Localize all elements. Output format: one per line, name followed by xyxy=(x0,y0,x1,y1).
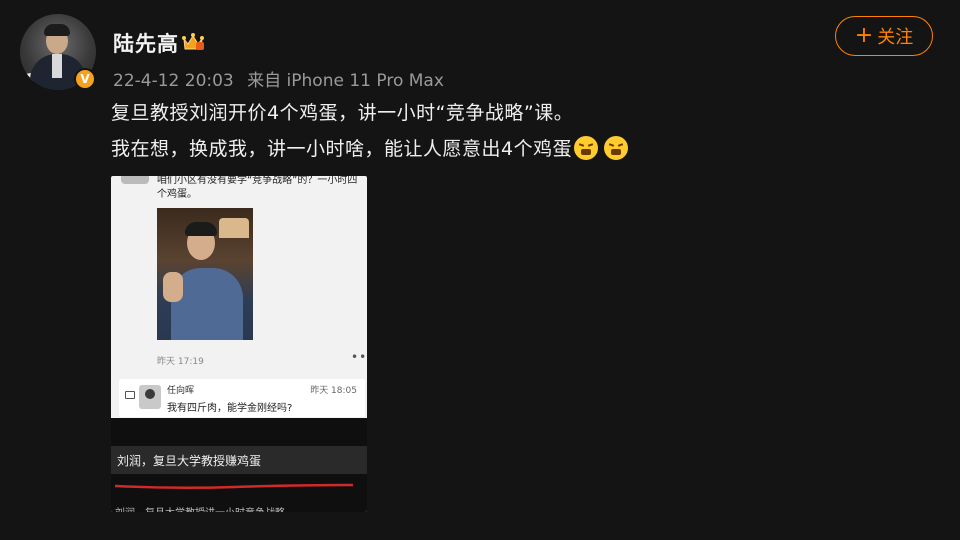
plus-icon: + xyxy=(854,23,874,48)
chat-photo xyxy=(157,208,253,340)
post-text-line-2: 我在想，换成我，讲一小时啥，能让人愿意出4个鸡蛋 xyxy=(111,134,629,161)
caption-bar: 刘润，复旦大学教授赚鸡蛋 xyxy=(111,446,367,474)
verified-badge-icon: V xyxy=(74,68,96,90)
post-source: 来自 iPhone 11 Pro Max xyxy=(247,71,444,91)
image-bottom-text: 刘润，复旦大学教授讲一小时竞争战略 xyxy=(115,504,365,512)
comment-icon xyxy=(125,391,135,399)
comment-text: 我有四斤肉，能学金刚经吗? xyxy=(167,403,293,414)
image-caption: 刘润，复旦大学教授赚鸡蛋 xyxy=(117,454,262,468)
comment-box: 任向晖 昨天 18:05 我有四斤肉，能学金刚经吗? xyxy=(119,379,365,417)
more-dots-icon: •• xyxy=(351,350,367,364)
chat-avatar-partial xyxy=(121,176,149,184)
crown-badge-icon[interactable] xyxy=(181,30,205,52)
follow-button[interactable]: + 关注 xyxy=(835,16,933,56)
comment-time: 昨天 18:05 xyxy=(310,386,357,396)
steaming-face-emoji-icon xyxy=(604,136,629,160)
post-meta: 22-4-12 20:03 来自 iPhone 11 Pro Max xyxy=(113,66,452,91)
chat-timestamp: 昨天 17:19 xyxy=(157,357,204,367)
post-date[interactable]: 22-4-12 20:03 xyxy=(113,71,234,91)
post-text-line-1: 复旦教授刘润开价4个鸡蛋，讲一小时“竞争战略”课。 xyxy=(111,102,574,124)
chat-message-text: 咱们小区有没有要学“竞争战略”的？一小时四个鸡蛋。 xyxy=(157,176,358,200)
follow-label: 关注 xyxy=(877,27,914,48)
avatar-hair xyxy=(44,24,70,36)
comment-name: 任向晖 xyxy=(167,386,195,396)
red-underline xyxy=(115,483,353,490)
avatar-shirt xyxy=(52,54,62,78)
comment-avatar xyxy=(139,385,161,409)
post-text-line-2-content: 我在想，换成我，讲一小时啥，能让人愿意出4个鸡蛋 xyxy=(111,138,573,160)
post-image[interactable]: 咱们小区有没有要学“竞争战略”的？一小时四个鸡蛋。 昨天 17:19 •• 任向… xyxy=(111,176,367,512)
steaming-face-emoji-icon xyxy=(574,136,599,160)
username[interactable]: 陆先高 xyxy=(113,28,179,58)
